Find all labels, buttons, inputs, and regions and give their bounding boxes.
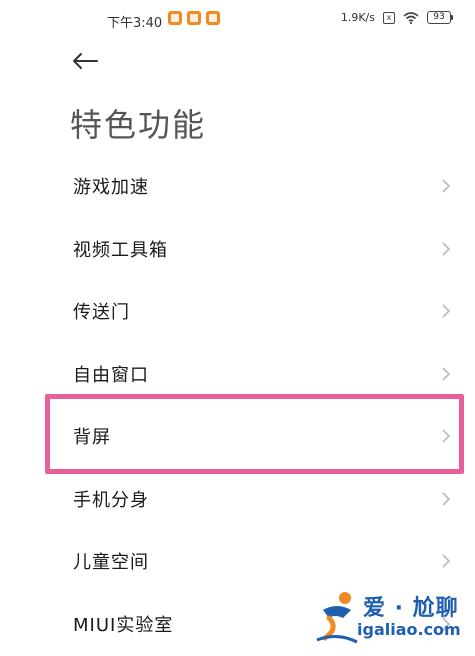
sim-icon: x: [383, 11, 395, 24]
chevron-right-icon: [441, 241, 451, 257]
status-bar: 下午3:40 1.9K/s x 93: [0, 0, 475, 40]
chevron-right-icon: [441, 178, 451, 194]
status-time: 下午3:40: [107, 16, 163, 31]
watermark: 爱 · 尬聊 igaliao.com: [315, 588, 475, 648]
chevron-right-icon: [441, 366, 451, 382]
menu-item-label: 传送门: [73, 302, 130, 324]
menu-item-label: 背屏: [73, 427, 111, 449]
menu-item-game-turbo[interactable]: 游戏加速: [0, 155, 475, 218]
back-arrow-icon: [72, 52, 98, 74]
wifi-icon: [403, 11, 419, 24]
battery-icon: 93: [427, 11, 453, 24]
notification-icon: [187, 11, 201, 25]
menu-item-video-toolbox[interactable]: 视频工具箱: [0, 218, 475, 281]
menu-item-rear-screen[interactable]: 背屏: [0, 405, 475, 468]
notification-icon: [206, 11, 220, 25]
battery-level: 93: [427, 11, 451, 24]
notification-icon: [168, 11, 182, 25]
watermark-url: igaliao.com: [357, 620, 461, 639]
network-speed: 1.9K/s: [340, 11, 375, 24]
menu-item-label: MIUI实验室: [73, 614, 174, 636]
menu-item-floating-windows[interactable]: 自由窗口: [0, 343, 475, 406]
menu-item-label: 手机分身: [73, 489, 149, 511]
chevron-right-icon: [441, 428, 451, 444]
chevron-right-icon: [441, 553, 451, 569]
watermark-brand: 爱 · 尬聊: [363, 596, 459, 621]
watermark-logo-icon: [315, 588, 361, 648]
chevron-right-icon: [441, 491, 451, 507]
menu-item-dual-apps[interactable]: 手机分身: [0, 468, 475, 531]
menu-item-label: 视频工具箱: [73, 239, 168, 261]
menu-item-kids-space[interactable]: 儿童空间: [0, 530, 475, 593]
menu-item-portal[interactable]: 传送门: [0, 280, 475, 343]
menu-item-label: 儿童空间: [73, 552, 149, 574]
page-title: 特色功能: [70, 106, 207, 144]
back-button[interactable]: [68, 48, 102, 78]
menu-item-label: 游戏加速: [73, 177, 149, 199]
status-right-group: 1.9K/s x 93: [341, 11, 453, 24]
notification-icons: [168, 11, 220, 25]
feature-list: 游戏加速 视频工具箱 传送门 自由窗口 背屏 手机分身 儿童空间 MIUI实验室: [0, 155, 475, 655]
chevron-right-icon: [441, 303, 451, 319]
menu-item-label: 自由窗口: [73, 364, 149, 386]
